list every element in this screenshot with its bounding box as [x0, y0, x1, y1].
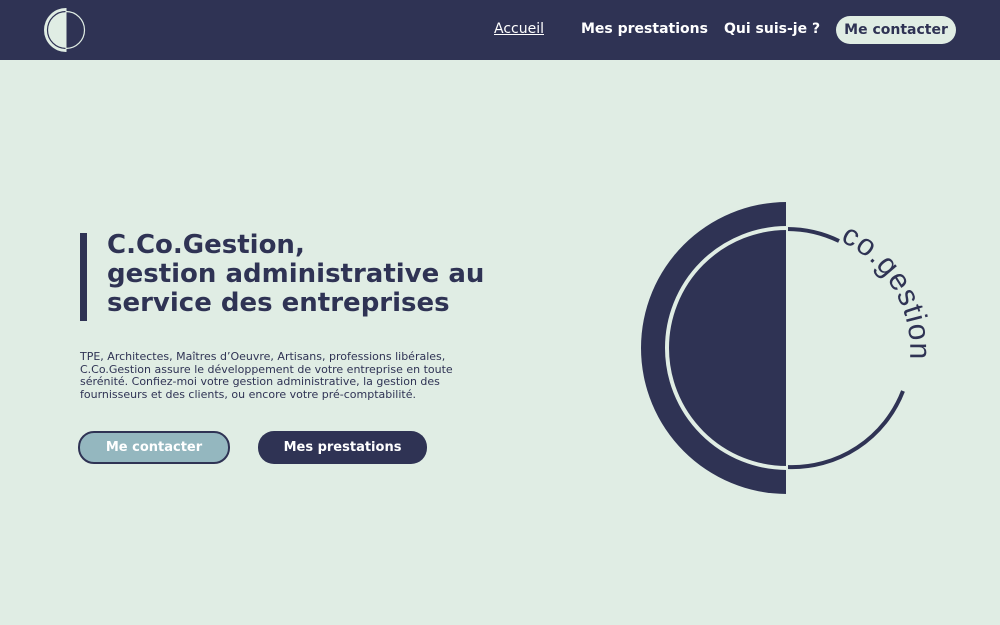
hero-title: C.Co.Gestion, gestion administrative au …: [107, 231, 507, 318]
title-accent-bar: [80, 233, 87, 321]
top-nav-bar: Accueil Mes prestations Qui suis-je ? Me…: [0, 0, 1000, 60]
nav-link-qui-suis-je[interactable]: Qui suis-je ?: [724, 19, 820, 39]
prestations-button[interactable]: Mes prestations: [258, 431, 427, 464]
description-line: TPE, Architectes, Maîtres d’Oeuvre, Arti…: [80, 350, 446, 363]
svg-text:co.gestion: co.gestion: [837, 218, 930, 360]
nav-link-mes-prestations[interactable]: Mes prestations: [581, 19, 708, 39]
hero-description: TPE, Architectes, Maîtres d’Oeuvre, Arti…: [80, 350, 470, 401]
hero-title-line: service des entreprises: [107, 288, 450, 318]
cogestion-logo-icon[interactable]: [42, 6, 90, 54]
nav-link-accueil[interactable]: Accueil: [494, 19, 544, 39]
description-line: fournisseurs et des clients, ou encore v…: [80, 387, 416, 401]
hero-title-line: C.Co.Gestion,: [107, 230, 305, 260]
hero-title-line: gestion administrative au: [107, 259, 485, 289]
cogestion-brand-graphic: co.gestion: [641, 202, 930, 494]
brand-wordmark: co.gestion: [837, 218, 930, 360]
contact-button[interactable]: Me contacter: [78, 431, 230, 464]
header-contact-button[interactable]: Me contacter: [836, 16, 956, 44]
description-line: sérénité. Confiez-moi votre gestion admi…: [80, 375, 440, 388]
